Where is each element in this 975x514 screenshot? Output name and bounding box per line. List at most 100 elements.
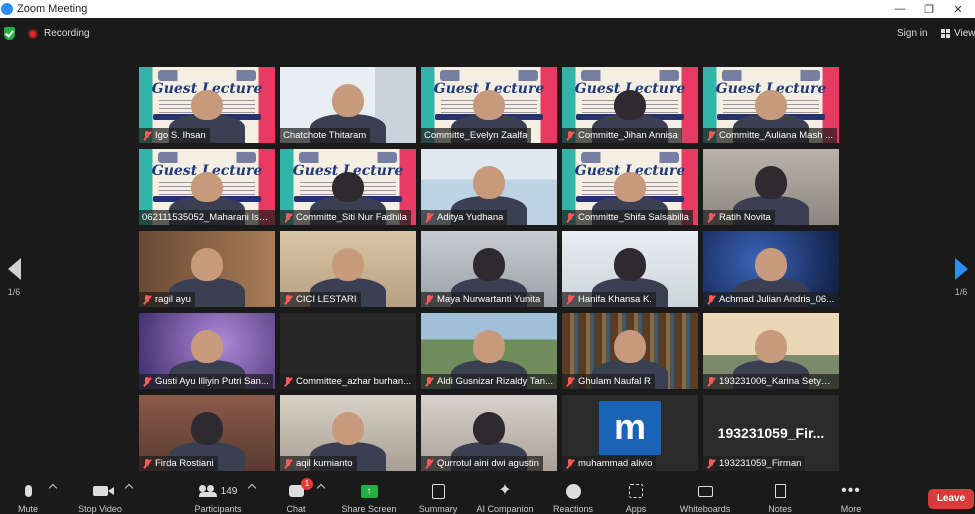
ai-companion-button[interactable]: ✦ AI Companion <box>470 481 540 514</box>
participant-tile[interactable]: Aditya Yudhana <box>421 149 557 225</box>
participant-tile[interactable]: Guest Lecture Committe_Siti Nur Fadhila <box>280 149 416 225</box>
mic-muted-icon <box>565 212 574 223</box>
mic-muted-icon <box>424 294 433 305</box>
participant-nameplate: Aldi Gusnizar Rizaldy Tan... <box>421 374 557 389</box>
participant-tile[interactable]: Guest Lecture 062111535052_Maharani Isn..… <box>139 149 275 225</box>
mute-label: Mute <box>17 504 38 514</box>
video-gallery: Guest Lecture Igo S. Ihsan Chatchote Thita… <box>139 67 839 471</box>
participant-tile[interactable]: Hanifa Khansa K. <box>562 231 698 307</box>
participant-tile[interactable]: Guest Lecture Committe_Auliana Mash ... <box>703 67 839 143</box>
whiteboards-label: Whiteboards <box>679 504 731 514</box>
participant-nameplate: Igo S. Ihsan <box>139 128 210 143</box>
participant-name: Ratih Novita <box>719 212 771 223</box>
participant-name: Committe_Jihan Annisa <box>578 130 678 141</box>
participants-button[interactable]: 149 Participants <box>183 481 253 514</box>
participant-nameplate: Qurrotul aini dwi agustin <box>421 456 543 471</box>
next-page-button[interactable]: 1/6 <box>951 258 971 297</box>
participant-name: 193231006_Karina Setyan... <box>719 376 835 387</box>
share-arrow-icon: ↑ <box>360 484 378 498</box>
signin-link[interactable]: Sign in <box>897 28 928 39</box>
participant-tile[interactable]: ragil ayu <box>139 231 275 307</box>
participant-nameplate: Gusti Ayu Illiyin Putri San... <box>139 374 273 389</box>
participant-tile[interactable]: Guest Lecture Committe_Evelyn Zaalfa <box>421 67 557 143</box>
participant-tile[interactable]: 193231006_Karina Setyan... <box>703 313 839 389</box>
ellipsis-icon: ••• <box>841 482 861 499</box>
participant-avatar <box>754 165 788 200</box>
video-button[interactable]: Stop Video <box>65 481 135 514</box>
participants-count: 149 <box>220 485 238 497</box>
recording-indicator[interactable]: Recording <box>28 28 90 39</box>
participant-tile[interactable]: Ratih Novita <box>703 149 839 225</box>
mic-muted-icon <box>283 458 292 469</box>
participant-tile[interactable]: Aldi Gusnizar Rizaldy Tan... <box>421 313 557 389</box>
view-label: View <box>954 28 975 39</box>
participant-nameplate: 062111535052_Maharani Isn... <box>139 210 275 225</box>
apps-button[interactable]: Apps <box>601 481 671 514</box>
shield-check-icon[interactable] <box>4 27 15 40</box>
participant-avatar <box>472 165 506 200</box>
close-button[interactable]: ✕ <box>941 0 975 18</box>
participant-tile[interactable]: Qurrotul aini dwi agustin <box>421 395 557 471</box>
participant-tile[interactable]: Gusti Ayu Illiyin Putri San... <box>139 313 275 389</box>
participant-tile[interactable]: Committee_azhar burhan... <box>280 313 416 389</box>
participant-avatar <box>613 89 647 121</box>
summary-button[interactable]: Summary <box>403 481 473 514</box>
participant-nameplate: ragil ayu <box>139 292 195 307</box>
participant-nameplate: Firda Rostiani <box>139 456 218 471</box>
participant-name: Committe_Auliana Mash ... <box>719 130 834 141</box>
microphone-icon <box>24 485 32 497</box>
previous-page-button[interactable]: 1/6 <box>4 258 24 297</box>
participant-tile[interactable]: Firda Rostiani <box>139 395 275 471</box>
grid-icon <box>941 29 950 38</box>
participant-avatar <box>190 247 224 282</box>
participant-name: Aditya Yudhana <box>437 212 504 223</box>
participant-avatar <box>754 329 788 364</box>
participant-avatar <box>613 329 647 364</box>
participant-name: Achmad Julian Andris_06... <box>719 294 835 305</box>
participant-avatar <box>613 171 647 203</box>
whiteboard-icon <box>697 485 713 497</box>
participant-nameplate: CICI LESTARI <box>280 292 361 307</box>
banner-logos <box>158 70 256 81</box>
participant-nameplate: Committee_azhar burhan... <box>280 374 416 389</box>
mic-muted-icon <box>706 376 715 387</box>
more-button[interactable]: ••• More <box>816 481 886 514</box>
video-camera-icon <box>92 486 114 496</box>
participant-nameplate: Committe_Siti Nur Fadhila <box>280 210 411 225</box>
participant-nameplate: muhammad alivio <box>562 456 657 471</box>
recording-label: Recording <box>44 28 90 39</box>
participant-name: Qurrotul aini dwi agustin <box>437 458 539 469</box>
participant-nameplate: 193231006_Karina Setyan... <box>703 374 839 389</box>
leave-button[interactable]: Leave <box>928 489 974 509</box>
people-icon <box>198 485 217 497</box>
participant-tile[interactable]: Chatchote Thitaram <box>280 67 416 143</box>
notes-button[interactable]: Notes <box>745 481 815 514</box>
reactions-label: Reactions <box>552 504 594 514</box>
view-button[interactable]: View <box>941 28 975 39</box>
participant-tile[interactable]: Guest Lecture Igo S. Ihsan <box>139 67 275 143</box>
participant-tile[interactable]: Ghulam Naufal R <box>562 313 698 389</box>
participant-tile[interactable]: aqil kurnianto <box>280 395 416 471</box>
reactions-button[interactable]: Reactions <box>538 481 608 514</box>
participant-name: Committe_Shifa Salsabilla <box>578 212 689 223</box>
participant-name: Igo S. Ihsan <box>155 130 206 141</box>
participant-nameplate: Maya Nurwartanti Yunita <box>421 292 545 307</box>
participant-tile[interactable]: Achmad Julian Andris_06... <box>703 231 839 307</box>
participant-name: ragil ayu <box>155 294 191 305</box>
window-title-bar: Zoom Meeting <box>0 0 975 18</box>
whiteboards-button[interactable]: Whiteboards <box>670 481 740 514</box>
share-screen-button[interactable]: ↑ Share Screen <box>334 481 404 514</box>
participant-tile[interactable]: Guest Lecture Committe_Jihan Annisa <box>562 67 698 143</box>
participants-label: Participants <box>194 504 242 514</box>
participant-tile[interactable]: m muhammad alivio <box>562 395 698 471</box>
participant-tile[interactable]: Guest Lecture Committe_Shifa Salsabilla <box>562 149 698 225</box>
participant-name: Ghulam Naufal R <box>578 376 651 387</box>
participant-tile[interactable]: Maya Nurwartanti Yunita <box>421 231 557 307</box>
participant-tile[interactable]: CICI LESTARI <box>280 231 416 307</box>
participant-tile[interactable]: 193231059_Fir... 193231059_Firman <box>703 395 839 471</box>
mic-muted-icon <box>565 130 574 141</box>
participant-avatar <box>472 89 506 121</box>
share-screen-label: Share Screen <box>341 504 397 514</box>
banner-logos <box>299 152 397 163</box>
participant-avatar <box>754 247 788 282</box>
